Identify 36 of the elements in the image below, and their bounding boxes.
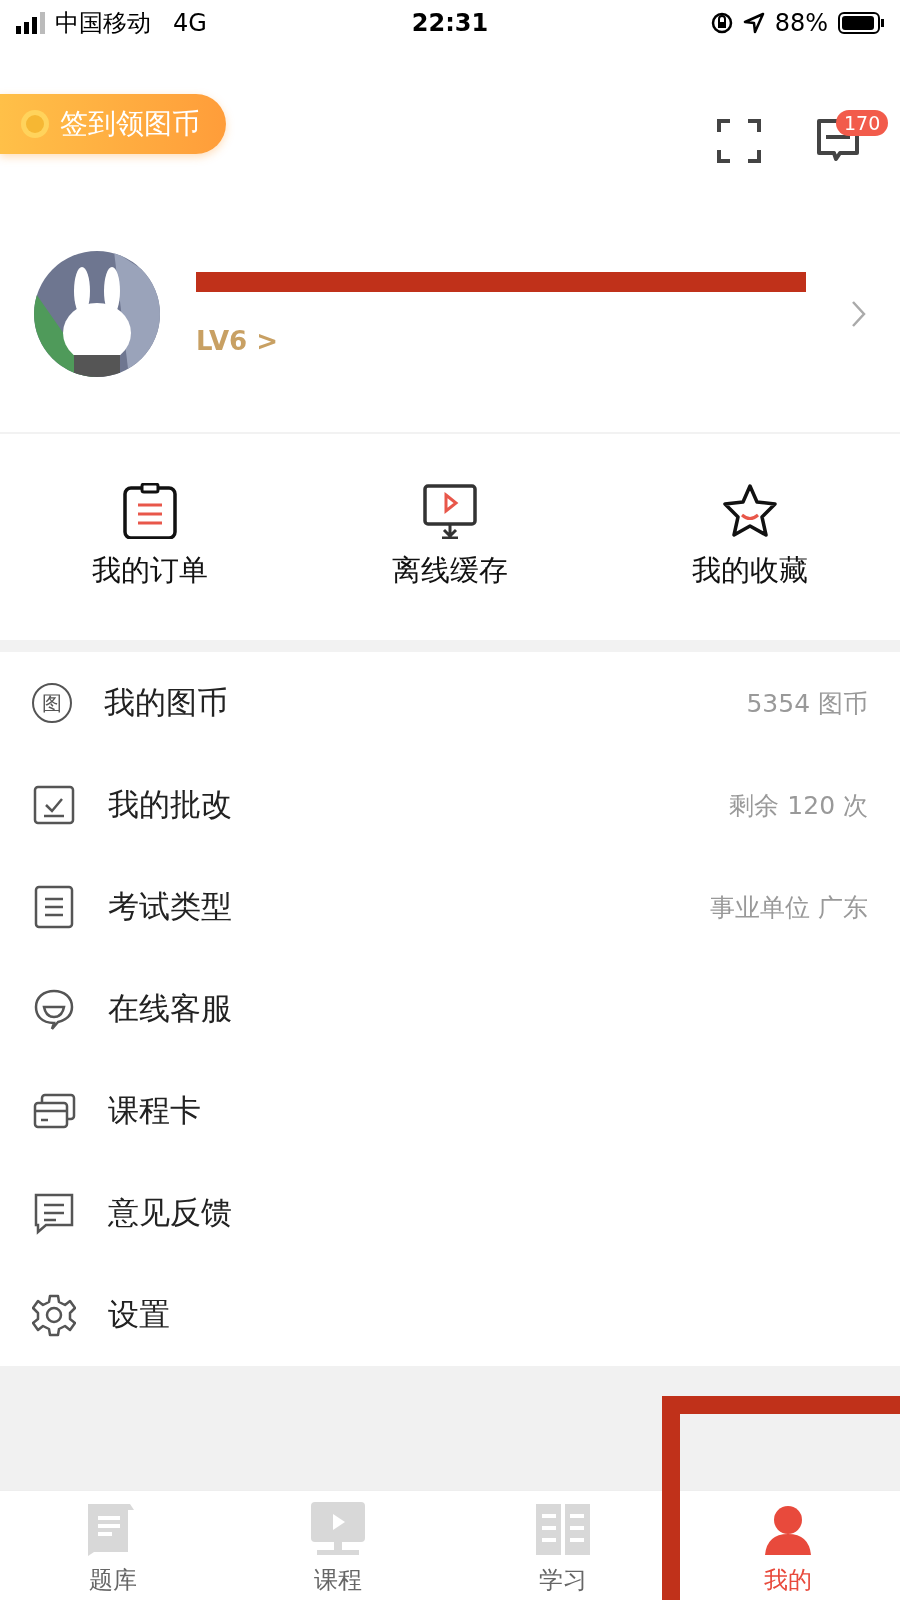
comment-icon (32, 1191, 76, 1235)
signal-icon (16, 12, 45, 34)
menu-item[interactable]: 意见反馈 (0, 1162, 900, 1264)
tab[interactable]: 题库 (0, 1491, 225, 1600)
menu-item[interactable]: 在线客服 (0, 958, 900, 1060)
play-screen-icon (308, 1500, 367, 1558)
location-icon (742, 12, 765, 34)
clipboard-icon (122, 483, 178, 539)
settings-icon (32, 1293, 76, 1337)
menu-item[interactable]: 课程卡 (0, 1060, 900, 1162)
menu-item[interactable]: 我的批改 剩余 120 次 (0, 754, 900, 856)
menu-item[interactable]: 考试类型 事业单位 广东 (0, 856, 900, 958)
coin-icon: 图 (32, 683, 72, 723)
clock-time: 22:31 (411, 9, 489, 37)
message-count-badge: 170 (836, 110, 889, 136)
document-icon (32, 885, 76, 929)
quick-action[interactable]: 我的订单 (0, 434, 300, 640)
carrier-name: 中国移动 (55, 8, 151, 39)
rotation-lock-icon (710, 12, 733, 34)
checklist-icon (32, 783, 76, 827)
menu-item[interactable]: 图 我的图币 5354 图币 (0, 652, 900, 754)
quick-action[interactable]: 离线缓存 (300, 434, 600, 640)
battery-icon (838, 12, 884, 34)
chevron-right-icon (850, 300, 866, 328)
chat-bubble-icon (32, 987, 76, 1031)
quick-action[interactable]: 我的收藏 (600, 434, 900, 640)
download-screen-icon (422, 483, 478, 539)
tab[interactable]: 我的 (675, 1491, 900, 1600)
star-icon (722, 483, 778, 539)
menu-item[interactable]: 设置 (0, 1264, 900, 1366)
coin-icon (20, 109, 50, 139)
battery-percent: 88% (774, 9, 828, 37)
scan-icon (716, 118, 762, 164)
tab[interactable]: 学习 (450, 1491, 675, 1600)
network-type: 4G (173, 9, 207, 37)
tab[interactable]: 课程 (225, 1491, 450, 1600)
